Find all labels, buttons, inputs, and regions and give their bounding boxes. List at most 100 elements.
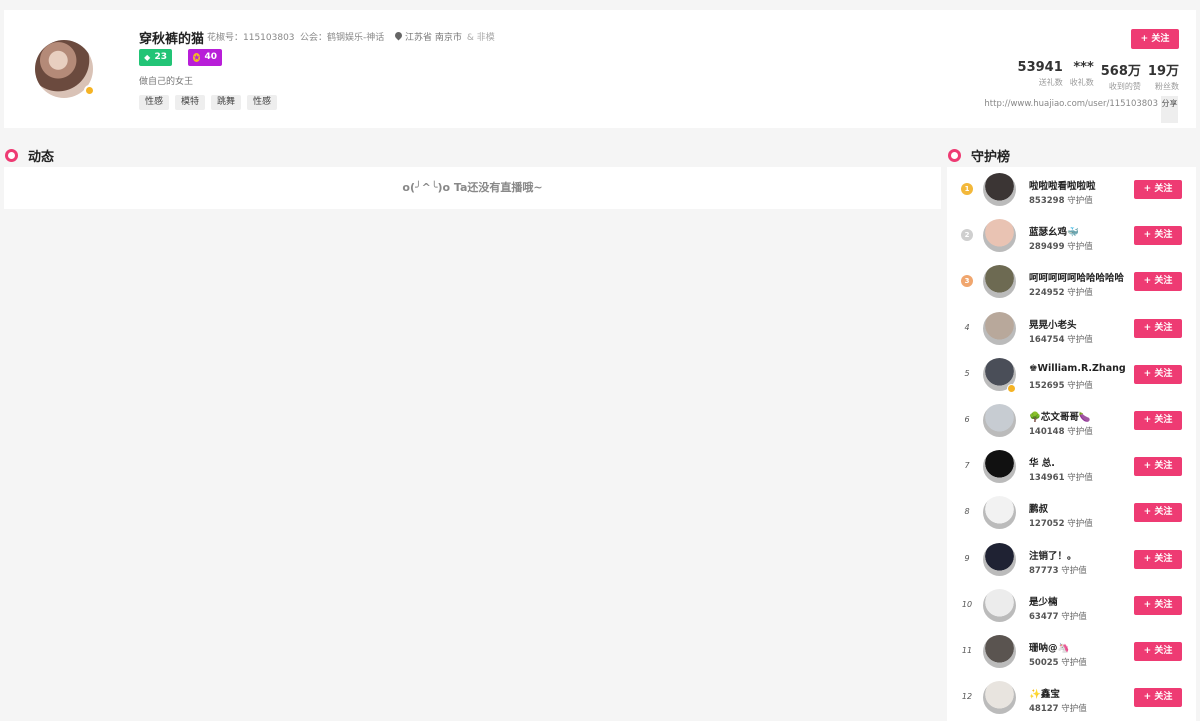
verified-badge-icon [84,85,95,96]
guardian-avatar[interactable] [983,311,1016,345]
guardian-row[interactable]: 6 🌳芯文哥哥🍆 140148 守护值 + 关注 [947,398,1196,444]
guardian-follow-button[interactable]: + 关注 [1134,688,1182,708]
rank-number: 8 [964,507,970,517]
stat-value: 53941 [1017,60,1063,75]
rank-number: 10 [961,599,973,609]
guardian-avatar[interactable] [983,542,1016,576]
guardian-name[interactable]: 华 总. [1029,455,1127,469]
guardian-avatar[interactable] [983,173,1016,206]
guardian-value: 87773 守护值 [1029,565,1087,576]
rank-medal-icon: 3 [961,275,973,288]
guardian-follow-button[interactable]: + 关注 [1134,642,1182,661]
stat-label: 粉丝数 [1155,82,1179,91]
guardian-row[interactable]: 7 华 总. 134961 守护值 + 关注 [947,444,1196,490]
guardian-avatar[interactable] [983,404,1016,437]
guardian-row[interactable]: 5 ♚William.R.Zhang 152695 守护值 + 关注 [947,352,1196,398]
follow-button[interactable]: + 关注 [1131,29,1179,49]
stat-fans: 19万粉丝数 [1148,60,1179,92]
guardians-list: 1 啦啦啦看啦啦啦 853298 守护值 + 关注 2 蓝瑟幺鸡🐳 289499 守护值 + … [947,167,1196,721]
guardian-follow-button[interactable]: + 关注 [1134,503,1182,523]
guardian-avatar[interactable] [983,265,1016,299]
profile-tag[interactable]: 跳舞 [211,95,242,110]
rank-number: 5 [964,368,970,378]
rank-number: 12 [961,692,973,702]
guardian-value: 289499 守护值 [1029,242,1093,253]
guardian-avatar[interactable] [983,450,1016,484]
anchor-level-value: 40 [204,52,217,62]
stat-label: 收礼数 [1069,78,1094,87]
guardian-row[interactable]: 8 鹏叔 127052 守护值 + 关注 [947,490,1196,536]
profile-avatar[interactable] [35,40,95,98]
guardian-value: 127052 守护值 [1029,519,1093,530]
guardian-avatar[interactable] [983,219,1016,253]
guardian-row[interactable]: 9 注销了！。 87773 守护值 + 关注 [947,537,1196,583]
guardian-avatar[interactable] [983,635,1016,668]
guardian-follow-button[interactable]: + 关注 [1134,457,1182,477]
guardians-header: 守护榜 [948,146,1010,165]
guardian-value: 853298 守护值 [1029,196,1093,206]
stat-label: 收到的赞 [1108,82,1141,91]
guardian-follow-button[interactable]: + 关注 [1134,180,1182,199]
guardian-name[interactable]: ✨鑫宝 [1029,686,1127,700]
guardian-name[interactable]: 晃晃小老头 [1029,317,1127,331]
profile-tag[interactable]: 性感 [247,95,278,110]
stat-likes: 568万收到的赞 [1101,60,1141,92]
guardian-follow-button[interactable]: + 关注 [1134,595,1182,615]
guardian-name[interactable]: ♚William.R.Zhang [1029,363,1127,374]
guardian-avatar[interactable] [983,496,1016,530]
location-pin-icon [395,32,402,41]
guardian-value: 164754 守护值 [1029,334,1093,345]
rank-number: 9 [964,553,970,563]
guardian-avatar[interactable] [983,681,1016,715]
rank-number: 6 [964,415,970,424]
wealth-level-value: 23 [154,52,167,62]
profile-stats: 53941 送礼数 *** 收礼数 568万收到的赞 19万粉丝数 [1018,60,1179,92]
profile-url[interactable]: http://www.huajiao.com/user/115103803 [984,99,1158,109]
stat-value: *** [1073,60,1094,75]
guardian-row[interactable]: 2 蓝瑟幺鸡🐳 289499 守护值 + 关注 [947,213,1196,259]
stat-value: 568万 [1100,64,1141,79]
guardian-name[interactable]: 珊呐@🦄 [1029,640,1127,654]
profile-bio: 做自己的女王 [139,77,194,87]
profile-id: 花椒号：115103803 [207,33,295,43]
guardian-value: 134961 守护值 [1029,473,1093,484]
share-button[interactable]: 分享 [1161,96,1178,123]
profile-tag[interactable]: 性感 [139,95,170,110]
stat-value: 19万 [1147,64,1179,79]
guardian-value: 48127 守护值 [1029,704,1087,715]
guardian-name[interactable]: 蓝瑟幺鸡🐳 [1029,224,1127,238]
guardians-title: 守护榜 [971,150,1011,165]
guardian-value: 224952 守护值 [1029,288,1093,299]
profile-tags: 性感 模特 跳舞 性感 [139,95,278,110]
star-icon: ★ [193,53,201,62]
guardian-follow-button[interactable]: + 关注 [1134,364,1182,384]
profile-name: 穿秋裤的猫 [139,32,205,47]
rank-number: 4 [964,322,970,332]
guardian-follow-button[interactable]: + 关注 [1134,318,1182,338]
guardian-name[interactable]: 鹏叔 [1029,501,1127,515]
guardian-name[interactable]: 啦啦啦看啦啦啦 [1029,178,1127,192]
verified-badge-icon [1007,383,1016,393]
guardian-name[interactable]: 呵呵呵呵呵哈哈哈哈哈 [1029,270,1127,284]
guardian-row[interactable]: 12 ✨鑫宝 48127 守护值 + 关注 [947,675,1196,721]
stat-label: 送礼数 [1038,78,1063,87]
profile-guild: 公会：鹤钢娱乐-神话 [300,33,385,43]
guardian-name[interactable]: 注销了！。 [1029,548,1127,562]
anchor-level-badge: ★ 40 [188,49,222,66]
stat-gifts-received: *** 收礼数 [1070,60,1094,92]
guardian-follow-button[interactable]: + 关注 [1134,226,1182,246]
guardian-follow-button[interactable]: + 关注 [1134,549,1182,569]
profile-tag[interactable]: 模特 [175,95,206,110]
guardian-row[interactable]: 4 晃晃小老头 164754 守护值 + 关注 [947,306,1196,352]
rank-medal-icon: 1 [961,183,973,195]
guardian-row[interactable]: 11 珊呐@🦄 50025 守护值 + 关注 [947,629,1196,675]
guardian-follow-button[interactable]: + 关注 [1134,411,1182,430]
guardian-avatar[interactable] [983,588,1016,622]
guardian-row[interactable]: 10 是少楠 63477 守护值 + 关注 [947,583,1196,629]
guardian-row[interactable]: 1 啦啦啦看啦啦啦 853298 守护值 + 关注 [947,167,1196,213]
guardian-name[interactable]: 🌳芯文哥哥🍆 [1029,409,1127,423]
guardian-follow-button[interactable]: + 关注 [1134,272,1182,292]
dynamics-empty: o(╯^╰)o Ta还没有直播哦~ [4,167,941,209]
guardian-row[interactable]: 3 呵呵呵呵呵哈哈哈哈哈 224952 守护值 + 关注 [947,259,1196,305]
guardian-name[interactable]: 是少楠 [1029,594,1127,608]
